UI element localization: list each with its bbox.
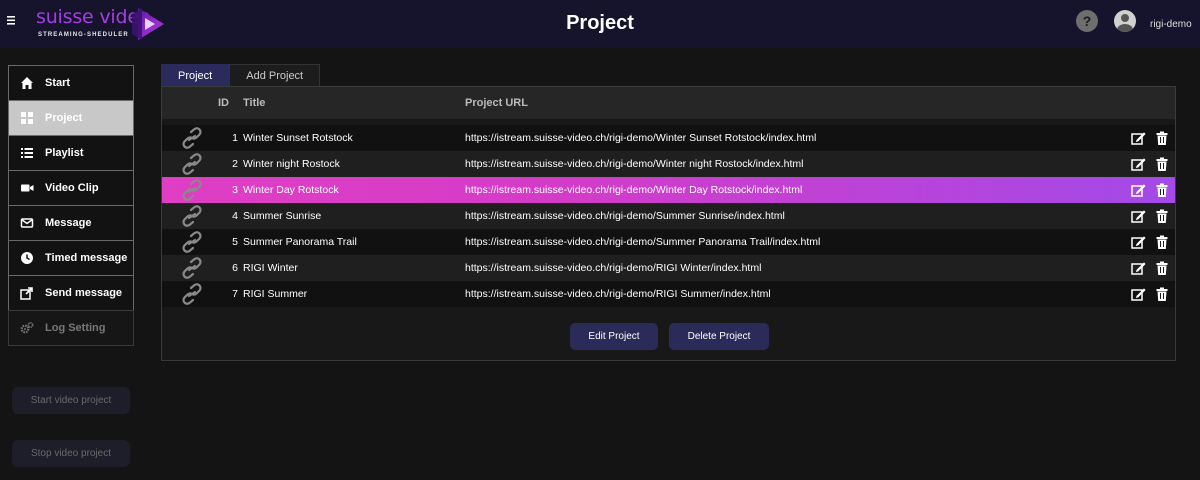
trash-icon[interactable]: [1155, 209, 1169, 223]
row-id: 7: [232, 288, 238, 300]
gears-icon: [20, 321, 34, 335]
table-header: ID Title Project URL: [162, 87, 1175, 119]
link-icon[interactable]: [180, 231, 204, 253]
row-id: 4: [232, 210, 238, 222]
table-row[interactable]: 1 Winter Sunset Rotstock https://istream…: [162, 125, 1175, 151]
row-title: Winter Day Rotstock: [243, 184, 339, 196]
trash-icon[interactable]: [1155, 157, 1169, 171]
sidebar-item-label: Playlist: [45, 147, 84, 159]
sidebar-item-project[interactable]: Project: [8, 100, 134, 136]
edit-icon[interactable]: [1131, 183, 1146, 197]
link-icon[interactable]: [180, 179, 204, 201]
trash-icon[interactable]: [1155, 183, 1169, 197]
sidebar-item-label: Project: [45, 112, 83, 124]
project-panel: ID Title Project URL 1 Winter Sunset Rot…: [161, 86, 1176, 361]
row-url: https://istream.suisse-video.ch/rigi-dem…: [465, 184, 803, 196]
edit-icon[interactable]: [1131, 131, 1146, 145]
sidebar-item-label: Video Clip: [45, 182, 99, 194]
row-title: Summer Sunrise: [243, 210, 322, 222]
start-video-project-button[interactable]: Start video project: [12, 387, 130, 414]
row-id: 2: [232, 158, 238, 170]
row-url: https://istream.suisse-video.ch/rigi-dem…: [465, 210, 785, 222]
column-header-id[interactable]: ID: [218, 97, 229, 109]
edit-icon[interactable]: [1131, 261, 1146, 275]
table-row[interactable]: 3 Winter Day Rotstock https://istream.su…: [162, 177, 1175, 203]
edit-icon[interactable]: [1131, 287, 1146, 301]
row-id: 6: [232, 262, 238, 274]
column-header-url[interactable]: Project URL: [465, 97, 528, 109]
row-title: Winter night Rostock: [243, 158, 340, 170]
edit-icon[interactable]: [1131, 235, 1146, 249]
tab-bar: Project Add Project: [161, 64, 321, 87]
sidebar-item-playlist[interactable]: Playlist: [8, 135, 134, 171]
help-button[interactable]: ?: [1076, 10, 1098, 32]
column-header-title[interactable]: Title: [243, 97, 265, 109]
sidebar-item-log-setting[interactable]: Log Setting: [8, 310, 134, 346]
edit-project-button[interactable]: Edit Project: [570, 323, 658, 350]
trash-icon[interactable]: [1155, 261, 1169, 275]
sidebar-item-message[interactable]: Message: [8, 205, 134, 241]
row-id: 3: [232, 184, 238, 196]
table-row[interactable]: 6 RIGI Winter https://istream.suisse-vid…: [162, 255, 1175, 281]
row-id: 5: [232, 236, 238, 248]
grid-icon: [20, 111, 34, 125]
table-row[interactable]: 4 Summer Sunrise https://istream.suisse-…: [162, 203, 1175, 229]
stop-video-project-button[interactable]: Stop video project: [12, 440, 130, 467]
avatar-icon[interactable]: [1114, 10, 1136, 32]
home-icon: [20, 76, 34, 90]
table-row[interactable]: 5 Summer Panorama Trail https://istream.…: [162, 229, 1175, 255]
link-icon[interactable]: [180, 283, 204, 305]
share-icon: [20, 286, 34, 300]
sidebar-item-label: Log Setting: [45, 322, 106, 334]
row-title: Summer Panorama Trail: [243, 236, 357, 248]
sidebar-item-label: Timed message: [45, 252, 128, 264]
sidebar-item-label: Send message: [45, 287, 123, 299]
sidebar-item-video-clip[interactable]: Video Clip: [8, 170, 134, 206]
top-bar: suisse video STREAMING-SHEDULER Project …: [0, 0, 1200, 48]
row-url: https://istream.suisse-video.ch/rigi-dem…: [465, 262, 762, 274]
tab-project[interactable]: Project: [161, 64, 230, 87]
row-title: Winter Sunset Rotstock: [243, 132, 353, 144]
video-camera-icon: [20, 181, 34, 195]
row-url: https://istream.suisse-video.ch/rigi-dem…: [465, 132, 817, 144]
table-body: 1 Winter Sunset Rotstock https://istream…: [162, 125, 1175, 307]
row-id: 1: [232, 132, 238, 144]
sidebar-item-timed-message[interactable]: Timed message: [8, 240, 134, 276]
tab-add-project[interactable]: Add Project: [229, 64, 321, 87]
table-row[interactable]: 7 RIGI Summer https://istream.suisse-vid…: [162, 281, 1175, 307]
row-url: https://istream.suisse-video.ch/rigi-dem…: [465, 158, 804, 170]
row-title: RIGI Summer: [243, 288, 308, 300]
edit-icon[interactable]: [1131, 157, 1146, 171]
table-row[interactable]: 2 Winter night Rostock https://istream.s…: [162, 151, 1175, 177]
trash-icon[interactable]: [1155, 287, 1169, 301]
sidebar-item-send-message[interactable]: Send message: [8, 275, 134, 311]
trash-icon[interactable]: [1155, 131, 1169, 145]
trash-icon[interactable]: [1155, 235, 1169, 249]
list-icon: [20, 146, 34, 160]
row-url: https://istream.suisse-video.ch/rigi-dem…: [465, 236, 821, 248]
clock-icon: [20, 251, 34, 265]
row-url: https://istream.suisse-video.ch/rigi-dem…: [465, 288, 771, 300]
row-title: RIGI Winter: [243, 262, 298, 274]
link-icon[interactable]: [180, 205, 204, 227]
link-icon[interactable]: [180, 153, 204, 175]
username[interactable]: rigi-demo: [1150, 19, 1192, 30]
sidebar-item-start[interactable]: Start: [8, 65, 134, 101]
sidebar-item-label: Start: [45, 77, 71, 89]
sidebar: Start Project Playlist Video Clip Messag…: [8, 65, 134, 346]
sidebar-item-label: Message: [45, 217, 92, 229]
edit-icon[interactable]: [1131, 209, 1146, 223]
envelope-icon: [20, 216, 34, 230]
delete-project-button[interactable]: Delete Project: [669, 323, 769, 350]
project-table: ID Title Project URL 1 Winter Sunset Rot…: [162, 87, 1175, 307]
link-icon[interactable]: [180, 257, 204, 279]
link-icon[interactable]: [180, 127, 204, 149]
page-title: Project: [566, 12, 634, 34]
